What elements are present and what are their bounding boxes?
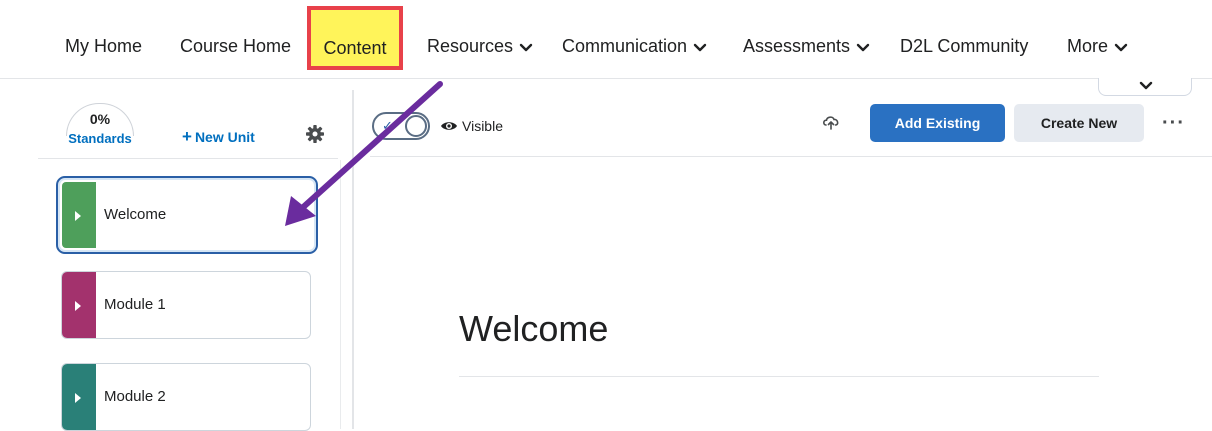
page-title: Welcome [459,308,609,349]
chevron-down-icon [519,44,533,52]
standards-progress[interactable]: 0% Standards [62,103,138,146]
module-label: Module 1 [104,296,166,313]
nav-content[interactable]: Content [311,38,399,59]
cloud-upload-icon[interactable] [821,112,841,132]
nav-communication-label: Communication [562,36,688,56]
caret-right-icon [75,393,81,403]
module-label: Welcome [104,206,167,223]
title-divider [459,376,1099,377]
create-new-button[interactable]: Create New [1014,104,1144,142]
nav-d2l-community[interactable]: D2L Community [900,36,1028,57]
sidebar-scroll-track [340,160,341,429]
gear-icon[interactable] [305,124,325,144]
module-welcome[interactable]: Welcome [56,176,318,254]
chevron-down-icon [693,44,707,52]
nav-resources-label: Resources [427,36,514,56]
caret-right-icon [75,211,81,221]
nav-more[interactable]: More [1067,36,1128,57]
module-2[interactable]: Module 2 [61,363,311,431]
module-label: Module 2 [104,388,166,405]
chevron-down-icon [856,44,870,52]
nav-assessments-label: Assessments [743,36,851,56]
nav-content-highlight[interactable]: Content [307,6,403,70]
panel-divider [352,90,354,429]
toggle-knob [405,115,427,137]
eye-icon [441,122,457,130]
new-unit-button[interactable]: + New Unit [182,127,255,147]
new-unit-label: New Unit [194,129,255,145]
nav-resources[interactable]: Resources [427,36,533,57]
nav-communication[interactable]: Communication [562,36,707,57]
visibility-toggle[interactable]: ✓ [372,112,430,140]
more-options-icon[interactable]: ··· [1162,112,1185,135]
caret-right-icon [75,301,81,311]
visibility-status: Visible [440,118,503,134]
toolbar-divider [370,156,1212,157]
standards-percent: 0% [89,111,111,127]
chevron-down-icon [1139,81,1153,90]
visibility-label: Visible [462,118,503,134]
sidebar-divider [38,158,338,159]
plus-icon: + [182,127,192,146]
nav-course-home[interactable]: Course Home [180,36,291,57]
add-existing-button[interactable]: Add Existing [870,104,1005,142]
module-1[interactable]: Module 1 [61,271,311,339]
nav-my-home[interactable]: My Home [65,36,142,57]
standards-label[interactable]: Standards [62,131,138,146]
check-icon: ✓ [382,118,393,133]
nav-assessments[interactable]: Assessments [743,36,870,57]
nav-more-label: More [1067,36,1109,56]
header-collapse-button[interactable] [1098,78,1192,96]
chevron-down-icon [1114,44,1128,52]
top-navigation: My Home Course Home Content Resources Co… [0,0,1212,79]
